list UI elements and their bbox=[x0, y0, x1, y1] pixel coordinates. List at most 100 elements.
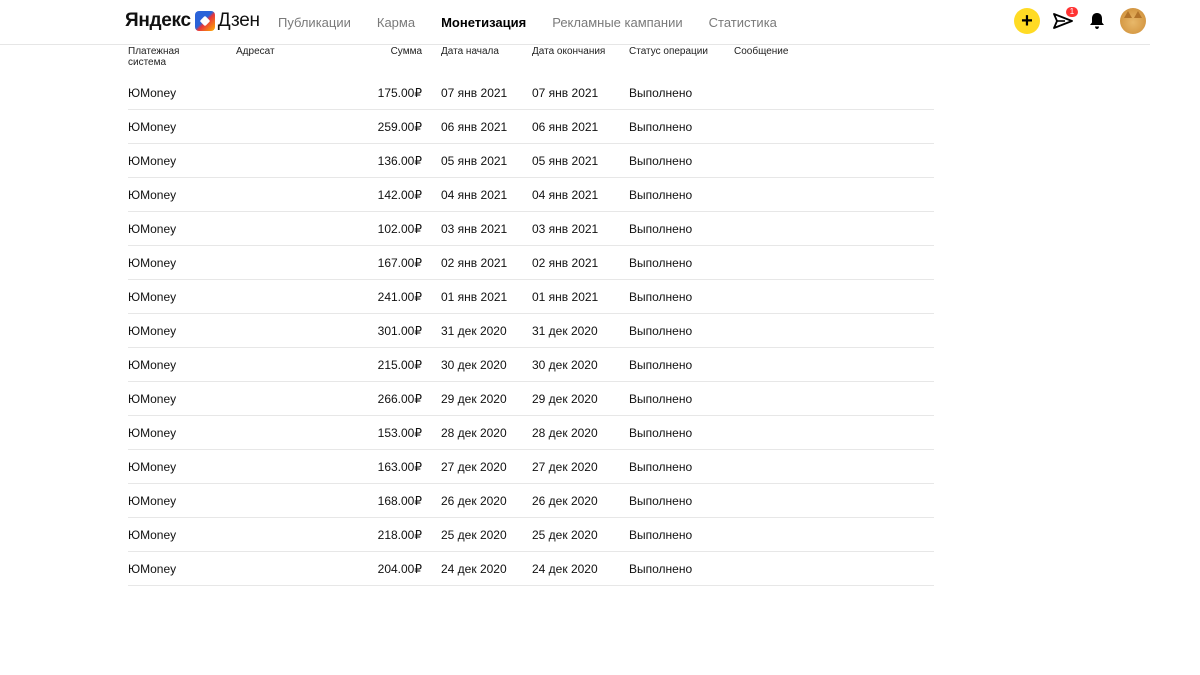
cell-status: Выполнено bbox=[629, 528, 693, 542]
cell-amount: 204.00₽ bbox=[377, 562, 422, 576]
tab-ad-campaigns[interactable]: Рекламные кампании bbox=[552, 15, 682, 30]
table-header: Платежная система Адресат Сумма Дата нач… bbox=[128, 44, 934, 76]
cell-status: Выполнено bbox=[629, 120, 693, 134]
cell-amount: 218.00₽ bbox=[377, 528, 422, 542]
cell-status: Выполнено bbox=[629, 154, 693, 168]
cell-payment-system: ЮMoney bbox=[128, 222, 177, 236]
top-header: Яндекс Дзен Публикации Карма Монетизация… bbox=[0, 0, 1150, 45]
cell-payment-system: ЮMoney bbox=[128, 426, 177, 440]
messages-button[interactable]: 1 bbox=[1052, 7, 1078, 32]
table-row: ЮMoney 259.00₽ 06 янв 2021 06 янв 2021 Выпол… bbox=[128, 110, 934, 144]
cell-end-date: 30 дек 2020 bbox=[532, 358, 598, 372]
cell-end-date: 25 дек 2020 bbox=[532, 528, 598, 542]
cell-status: Выполнено bbox=[629, 494, 693, 508]
cell-payment-system: ЮMoney bbox=[128, 494, 177, 508]
cell-end-date: 28 дек 2020 bbox=[532, 426, 598, 440]
cell-payment-system: ЮMoney bbox=[128, 392, 177, 406]
cell-payment-system: ЮMoney bbox=[128, 324, 177, 338]
cell-amount: 301.00₽ bbox=[377, 324, 422, 338]
cell-status: Выполнено bbox=[629, 256, 693, 270]
cell-start-date: 30 дек 2020 bbox=[441, 358, 507, 372]
header-end-date: Дата окончания bbox=[532, 46, 606, 57]
cell-amount: 259.00₽ bbox=[377, 120, 422, 134]
cell-start-date: 05 янв 2021 bbox=[441, 154, 508, 168]
tab-monetization[interactable]: Монетизация bbox=[441, 15, 526, 30]
cell-status: Выполнено bbox=[629, 86, 693, 100]
cell-start-date: 02 янв 2021 bbox=[441, 256, 508, 270]
header-message: Сообщение bbox=[734, 46, 789, 57]
cell-amount: 168.00₽ bbox=[377, 494, 422, 508]
cell-payment-system: ЮMoney bbox=[128, 188, 177, 202]
header-actions: + 1 bbox=[1014, 6, 1146, 36]
cell-status: Выполнено bbox=[629, 460, 693, 474]
table-row: ЮMoney 204.00₽ 24 дек 2020 24 дек 2020 Выпол… bbox=[128, 552, 934, 586]
table-row: ЮMoney 218.00₽ 25 дек 2020 25 дек 2020 Выпол… bbox=[128, 518, 934, 552]
table-row: ЮMoney 266.00₽ 29 дек 2020 29 дек 2020 Выпол… bbox=[128, 382, 934, 416]
cell-start-date: 26 дек 2020 bbox=[441, 494, 507, 508]
cell-end-date: 02 янв 2021 bbox=[532, 256, 599, 270]
cell-start-date: 07 янв 2021 bbox=[441, 86, 508, 100]
tab-publications[interactable]: Публикации bbox=[278, 15, 351, 30]
cell-start-date: 25 дек 2020 bbox=[441, 528, 507, 542]
cell-status: Выполнено bbox=[629, 324, 693, 338]
cell-payment-system: ЮMoney bbox=[128, 256, 177, 270]
cell-end-date: 03 янв 2021 bbox=[532, 222, 599, 236]
header-payment-system: Платежная система bbox=[128, 46, 180, 68]
cell-start-date: 03 янв 2021 bbox=[441, 222, 508, 236]
cell-end-date: 31 дек 2020 bbox=[532, 324, 598, 338]
cell-status: Выполнено bbox=[629, 392, 693, 406]
logo-word-zen: Дзен bbox=[217, 10, 260, 31]
table-body: ЮMoney 175.00₽ 07 янв 2021 07 янв 2021 Выпол… bbox=[128, 76, 934, 586]
cell-status: Выполнено bbox=[629, 562, 693, 576]
tab-statistics[interactable]: Статистика bbox=[709, 15, 777, 30]
table-row: ЮMoney 215.00₽ 30 дек 2020 30 дек 2020 Выпол… bbox=[128, 348, 934, 382]
tab-karma[interactable]: Карма bbox=[377, 15, 415, 30]
cell-status: Выполнено bbox=[629, 188, 693, 202]
cell-amount: 167.00₽ bbox=[377, 256, 422, 270]
cell-payment-system: ЮMoney bbox=[128, 562, 177, 576]
cell-end-date: 06 янв 2021 bbox=[532, 120, 599, 134]
cell-payment-system: ЮMoney bbox=[128, 358, 177, 372]
cell-status: Выполнено bbox=[629, 358, 693, 372]
cell-end-date: 05 янв 2021 bbox=[532, 154, 599, 168]
header-start-date: Дата начала bbox=[441, 46, 499, 57]
cell-start-date: 27 дек 2020 bbox=[441, 460, 507, 474]
header-status: Статус операции bbox=[629, 46, 708, 57]
cell-amount: 241.00₽ bbox=[377, 290, 422, 304]
table-row: ЮMoney 167.00₽ 02 янв 2021 02 янв 2021 Выпол… bbox=[128, 246, 934, 280]
cell-end-date: 26 дек 2020 bbox=[532, 494, 598, 508]
zen-logo-icon bbox=[194, 11, 215, 31]
payouts-table: Платежная система Адресат Сумма Дата нач… bbox=[128, 44, 934, 586]
cell-end-date: 24 дек 2020 bbox=[532, 562, 598, 576]
logo[interactable]: Яндекс Дзен bbox=[125, 9, 260, 33]
cell-status: Выполнено bbox=[629, 222, 693, 236]
add-button[interactable]: + bbox=[1014, 8, 1040, 34]
notifications-button[interactable] bbox=[1086, 10, 1108, 32]
plus-icon: + bbox=[1021, 10, 1033, 32]
user-avatar[interactable] bbox=[1120, 8, 1146, 34]
cell-start-date: 29 дек 2020 bbox=[441, 392, 507, 406]
main-nav: Публикации Карма Монетизация Рекламные к… bbox=[278, 0, 803, 44]
cell-amount: 175.00₽ bbox=[377, 86, 422, 100]
cell-end-date: 04 янв 2021 bbox=[532, 188, 599, 202]
table-row: ЮMoney 168.00₽ 26 дек 2020 26 дек 2020 Выпол… bbox=[128, 484, 934, 518]
cell-amount: 153.00₽ bbox=[377, 426, 422, 440]
table-row: ЮMoney 142.00₽ 04 янв 2021 04 янв 2021 Выпол… bbox=[128, 178, 934, 212]
cell-start-date: 28 дек 2020 bbox=[441, 426, 507, 440]
cell-start-date: 31 дек 2020 bbox=[441, 324, 507, 338]
cell-start-date: 04 янв 2021 bbox=[441, 188, 508, 202]
cell-start-date: 06 янв 2021 bbox=[441, 120, 508, 134]
cell-payment-system: ЮMoney bbox=[128, 86, 177, 100]
header-recipient: Адресат bbox=[236, 46, 275, 57]
table-row: ЮMoney 301.00₽ 31 дек 2020 31 дек 2020 Выпол… bbox=[128, 314, 934, 348]
cell-start-date: 24 дек 2020 bbox=[441, 562, 507, 576]
table-row: ЮMoney 175.00₽ 07 янв 2021 07 янв 2021 Выпол… bbox=[128, 76, 934, 110]
logo-word-yandex: Яндекс bbox=[125, 10, 191, 31]
cell-amount: 215.00₽ bbox=[377, 358, 422, 372]
cell-amount: 163.00₽ bbox=[377, 460, 422, 474]
cell-payment-system: ЮMoney bbox=[128, 290, 177, 304]
header-amount: Сумма bbox=[390, 46, 422, 57]
table-row: ЮMoney 153.00₽ 28 дек 2020 28 дек 2020 Выпол… bbox=[128, 416, 934, 450]
table-row: ЮMoney 163.00₽ 27 дек 2020 27 дек 2020 Выпол… bbox=[128, 450, 934, 484]
cell-payment-system: ЮMoney bbox=[128, 528, 177, 542]
